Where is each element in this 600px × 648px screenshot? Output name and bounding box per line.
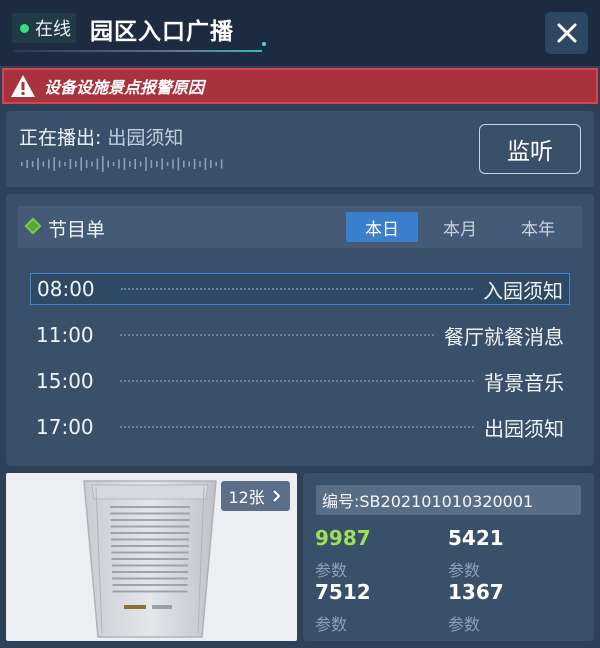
chevron-right-icon [272,490,281,502]
stat-value: 5421 [448,526,504,550]
stat-label: 参数 [315,615,348,634]
schedule-name: 出园须知 [484,416,564,441]
listen-button[interactable]: 监听 [479,124,581,174]
row-divider [120,380,474,382]
close-button[interactable] [545,12,588,54]
tab-month[interactable]: 本月 [424,212,496,242]
stat-value: 9987 [315,526,371,550]
tab-day[interactable]: 本日 [346,212,418,242]
header-bar: 在线 园区入口广播 [0,0,600,66]
schedule-row[interactable]: 11:00 餐厅就餐消息 [30,319,570,351]
stat-value: 7512 [315,580,371,604]
stat-label: 参数 [315,561,348,580]
online-status-badge: 在线 [12,13,76,43]
photo-count-label: 12张 [228,488,265,507]
now-playing-line: 正在播出: 出园须知 [19,123,183,150]
stat-value: 1367 [448,580,504,604]
tab-year[interactable]: 本年 [502,212,574,242]
online-status-text: 在线 [35,19,71,40]
schedule-row[interactable]: 08:00 入园须知 [30,273,570,305]
schedule-time: 15:00 [36,369,94,393]
program-panel: 节目单 本日 本月 本年 08:00 入园须知 11:00 餐厅就餐消息 15:… [6,194,594,466]
row-divider [120,334,434,336]
schedule-name: 入园须知 [483,278,563,303]
schedule-time: 08:00 [37,277,95,301]
diamond-icon [24,217,42,235]
program-title: 节目单 [48,219,106,241]
photo-count-button[interactable]: 12张 [221,481,290,511]
stat-label: 参数 [448,561,481,580]
program-header: 节目单 本日 本月 本年 [18,206,582,248]
device-photo[interactable]: 12张 [6,473,297,641]
schedule-row[interactable]: 17:00 出园须知 [30,411,570,443]
row-divider [120,426,474,428]
page-title: 园区入口广播 [90,19,234,45]
status-dot-icon [20,23,29,33]
warning-icon [11,75,35,97]
now-playing-panel: 正在播出: 出园须知 监听 [6,111,594,187]
stat-label: 参数 [448,615,481,634]
now-playing-label: 正在播出: [19,127,102,149]
row-divider [121,288,473,290]
schedule-row[interactable]: 15:00 背景音乐 [30,365,570,397]
schedule-time: 17:00 [36,415,94,439]
device-info-panel: 编号:SB202101010320001 9987 参数 5421 参数 751… [303,473,594,641]
schedule-time: 11:00 [36,323,94,347]
alarm-text: 设备设施景点报警原因 [44,78,205,97]
title-underline-dot [262,42,266,46]
schedule-name: 背景音乐 [484,370,564,395]
waveform-icon [21,156,223,172]
schedule-name: 餐厅就餐消息 [444,324,564,349]
alarm-banner[interactable]: 设备设施景点报警原因 [2,68,598,104]
title-underline [14,50,262,52]
device-id-field: 编号:SB202101010320001 [316,485,581,515]
now-playing-value: 出园须知 [107,127,184,149]
close-icon [557,23,576,43]
